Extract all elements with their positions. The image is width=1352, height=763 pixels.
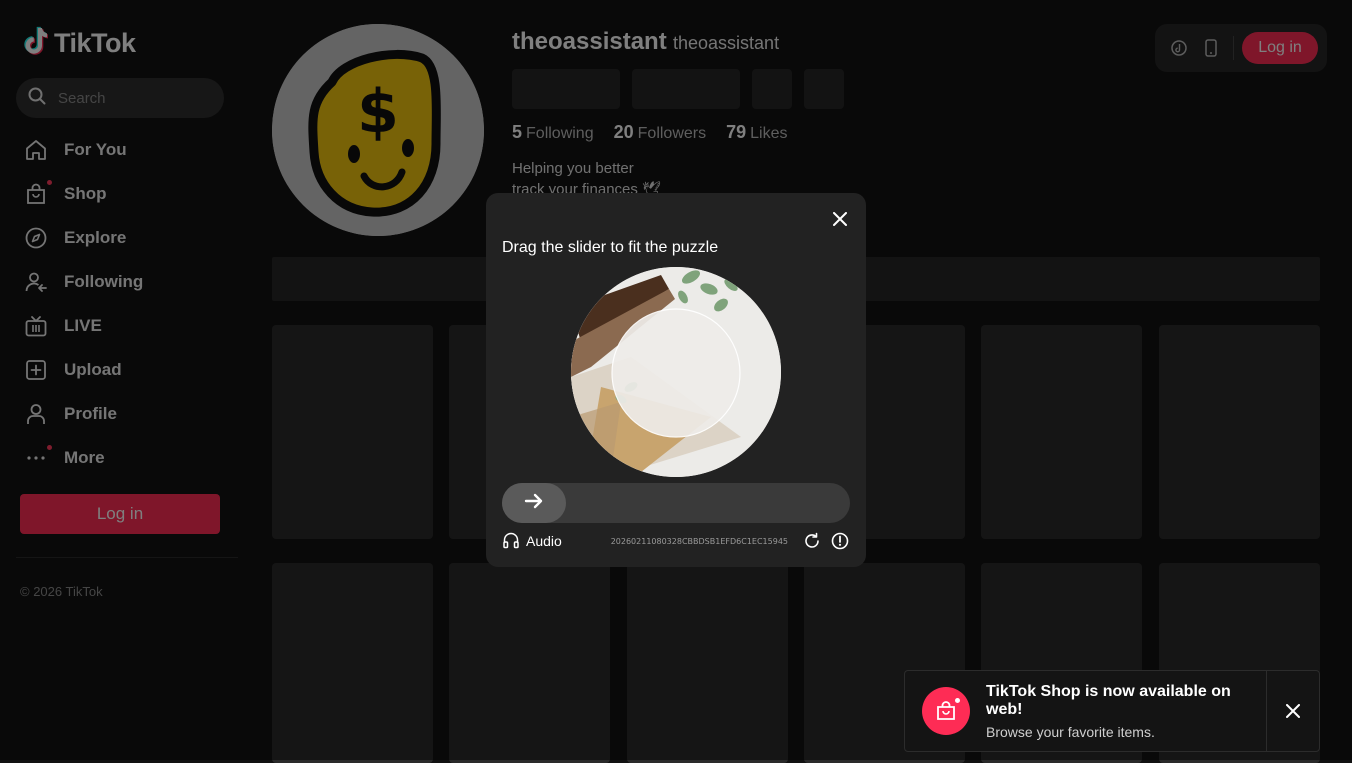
notification-dot: [955, 698, 960, 703]
shop-toast-notification: TikTok Shop is now available on web! Bro…: [904, 670, 1320, 752]
shopping-bag-icon: [922, 687, 970, 735]
audio-label: Audio: [526, 533, 562, 549]
captcha-modal: Drag the slider to fit the puzzle Audio …: [486, 193, 866, 567]
arrow-right-icon: [524, 492, 544, 515]
captcha-slider-track[interactable]: [502, 483, 850, 523]
close-icon[interactable]: [1267, 671, 1319, 751]
captcha-id: 20260211080328CBBDSB1EFD6C1EC15945: [610, 536, 788, 546]
close-icon[interactable]: [830, 209, 850, 229]
captcha-slider-handle[interactable]: [502, 483, 566, 523]
captcha-title: Drag the slider to fit the puzzle: [502, 239, 719, 256]
captcha-footer: Audio 20260211080328CBBDSB1EFD6C1EC15945: [502, 531, 850, 551]
toast-title: TikTok Shop is now available on web!: [986, 682, 1231, 718]
headphones-icon: [502, 531, 520, 552]
puzzle-photo: [571, 267, 781, 477]
refresh-icon[interactable]: [802, 531, 822, 551]
audio-captcha-button[interactable]: Audio: [502, 531, 562, 552]
toast-subtitle: Browse your favorite items.: [986, 723, 1155, 740]
captcha-puzzle-image: [571, 267, 781, 477]
toast-text: TikTok Shop is now available on web! Bro…: [986, 683, 1254, 740]
report-problem-icon[interactable]: [830, 531, 850, 551]
